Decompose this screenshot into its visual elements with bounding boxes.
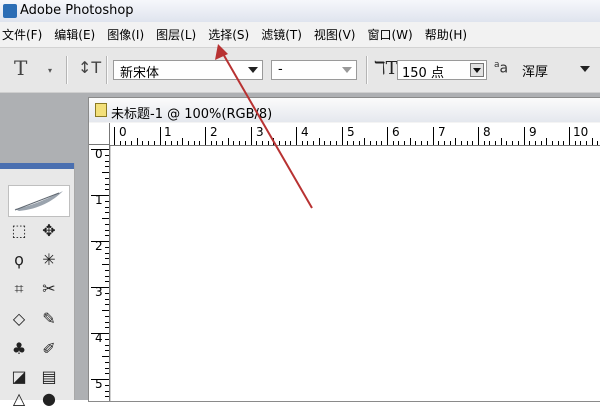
font-size-value: 150 点: [402, 66, 444, 81]
burn-icon[interactable]: ●: [36, 389, 62, 409]
ruler-h-label: 7: [438, 125, 446, 139]
feather-icon: [14, 191, 63, 211]
menu-image[interactable]: 图像(I): [101, 26, 150, 43]
antialias-letter: a: [499, 60, 509, 77]
chevron-down-icon: [342, 67, 352, 73]
document-window: 未标题-1 @ 100%(RGB/8) 0 1 2 3 4 5 6 7 8 9 …: [88, 97, 600, 402]
font-style-select[interactable]: -: [271, 60, 357, 80]
font-family-value: 新宋体: [120, 66, 160, 81]
ruler-h-label: 1: [164, 125, 172, 139]
ruler-v-label: 3: [95, 285, 103, 299]
ruler-h-label: 8: [483, 125, 491, 139]
ruler-h-label: 2: [210, 125, 218, 139]
chevron-down-icon: [580, 66, 590, 72]
adobe-feather-logo[interactable]: [8, 185, 70, 217]
slice-icon[interactable]: ✂: [36, 279, 62, 299]
font-size-dropdown-button[interactable]: [470, 63, 484, 77]
brush-icon[interactable]: ✎: [36, 309, 62, 329]
marquee-icon[interactable]: ⬚: [6, 221, 32, 241]
horizontal-ruler[interactable]: 0 1 2 3 4 5 6 7 8 9 10: [110, 123, 600, 146]
ruler-h-label: 9: [529, 125, 537, 139]
document-canvas[interactable]: [110, 146, 600, 401]
ruler-v-label: 1: [95, 193, 103, 207]
photoshop-app-icon: [3, 4, 17, 18]
options-separator: [66, 56, 68, 84]
font-style-value: -: [278, 62, 283, 77]
chevron-down-icon: [248, 67, 258, 73]
font-size-icon: ℸT: [374, 58, 398, 79]
menu-filter[interactable]: 滤镜(T): [255, 26, 308, 43]
options-separator: [366, 56, 368, 84]
menu-view[interactable]: 视图(V): [308, 26, 362, 43]
menu-select[interactable]: 选择(S): [202, 26, 255, 43]
ruler-h-label: 5: [347, 125, 355, 139]
text-tool-icon[interactable]: T: [14, 56, 27, 80]
antialias-select[interactable]: 浑厚: [516, 60, 594, 80]
window-title: Adobe Photoshop: [20, 3, 134, 18]
move-icon[interactable]: ✥: [36, 221, 62, 241]
toolbox-panel: ⬚ ✥ ϙ ✳ ⌗ ✂ ◇ ✎ ♣ ✐ ◪ ▤ △ ●: [0, 163, 75, 408]
ruler-v-label: 4: [95, 331, 103, 345]
ruler-h-label: 10: [573, 125, 589, 139]
crop-icon[interactable]: ⌗: [6, 279, 32, 299]
ruler-h-label: 6: [392, 125, 400, 139]
document-title-bar[interactable]: 未标题-1 @ 100%(RGB/8): [89, 98, 600, 122]
ruler-origin[interactable]: [89, 123, 110, 145]
ruler-v-label: 5: [95, 377, 103, 391]
gradient-icon[interactable]: ▤: [36, 367, 62, 387]
ruler-v-label: 0: [95, 147, 103, 161]
antialias-icon: aa: [494, 60, 509, 77]
clone-stamp-icon[interactable]: ♣: [6, 339, 32, 359]
text-orientation-icon[interactable]: ↕T: [78, 58, 101, 77]
pen-icon[interactable]: △: [6, 389, 32, 409]
font-family-select[interactable]: 新宋体: [113, 60, 263, 81]
vertical-ruler[interactable]: 0 1 2 3 4 5: [89, 145, 110, 401]
menu-edit[interactable]: 编辑(E): [48, 26, 101, 43]
antialias-value: 浑厚: [522, 65, 549, 80]
ruler-h-label: 0: [119, 125, 127, 139]
options-separator: [106, 56, 108, 84]
window-title-bar: Adobe Photoshop: [0, 0, 600, 23]
document-icon: [95, 103, 107, 117]
menu-bar: 文件(F) 编辑(E) 图像(I) 图层(L) 选择(S) 滤镜(T) 视图(V…: [0, 22, 600, 48]
tool-preset-dropdown-icon[interactable]: ▾: [48, 66, 52, 75]
menu-layer[interactable]: 图层(L): [150, 26, 202, 43]
ruler-h-label: 3: [256, 125, 264, 139]
vertical-ruler-ticks: [91, 149, 109, 397]
eraser-icon[interactable]: ◪: [6, 367, 32, 387]
magic-wand-icon[interactable]: ✳: [36, 250, 62, 270]
lasso-icon[interactable]: ϙ: [6, 250, 32, 270]
horizontal-ruler-ticks: [114, 127, 598, 145]
font-size-input[interactable]: 150 点: [397, 60, 487, 81]
history-brush-icon[interactable]: ✐: [36, 339, 62, 359]
document-title: 未标题-1 @ 100%(RGB/8): [111, 107, 273, 122]
menu-help[interactable]: 帮助(H): [419, 26, 473, 43]
toolbox-header[interactable]: [0, 163, 74, 169]
ruler-h-label: 4: [301, 125, 309, 139]
tool-options-bar: T ▾ ↕T 新宋体 - ℸT 150 点 aa 浑厚: [0, 48, 600, 93]
menu-file[interactable]: 文件(F): [0, 26, 48, 43]
healing-brush-icon[interactable]: ◇: [6, 309, 32, 329]
menu-window[interactable]: 窗口(W): [361, 26, 418, 43]
ruler-v-label: 2: [95, 239, 103, 253]
